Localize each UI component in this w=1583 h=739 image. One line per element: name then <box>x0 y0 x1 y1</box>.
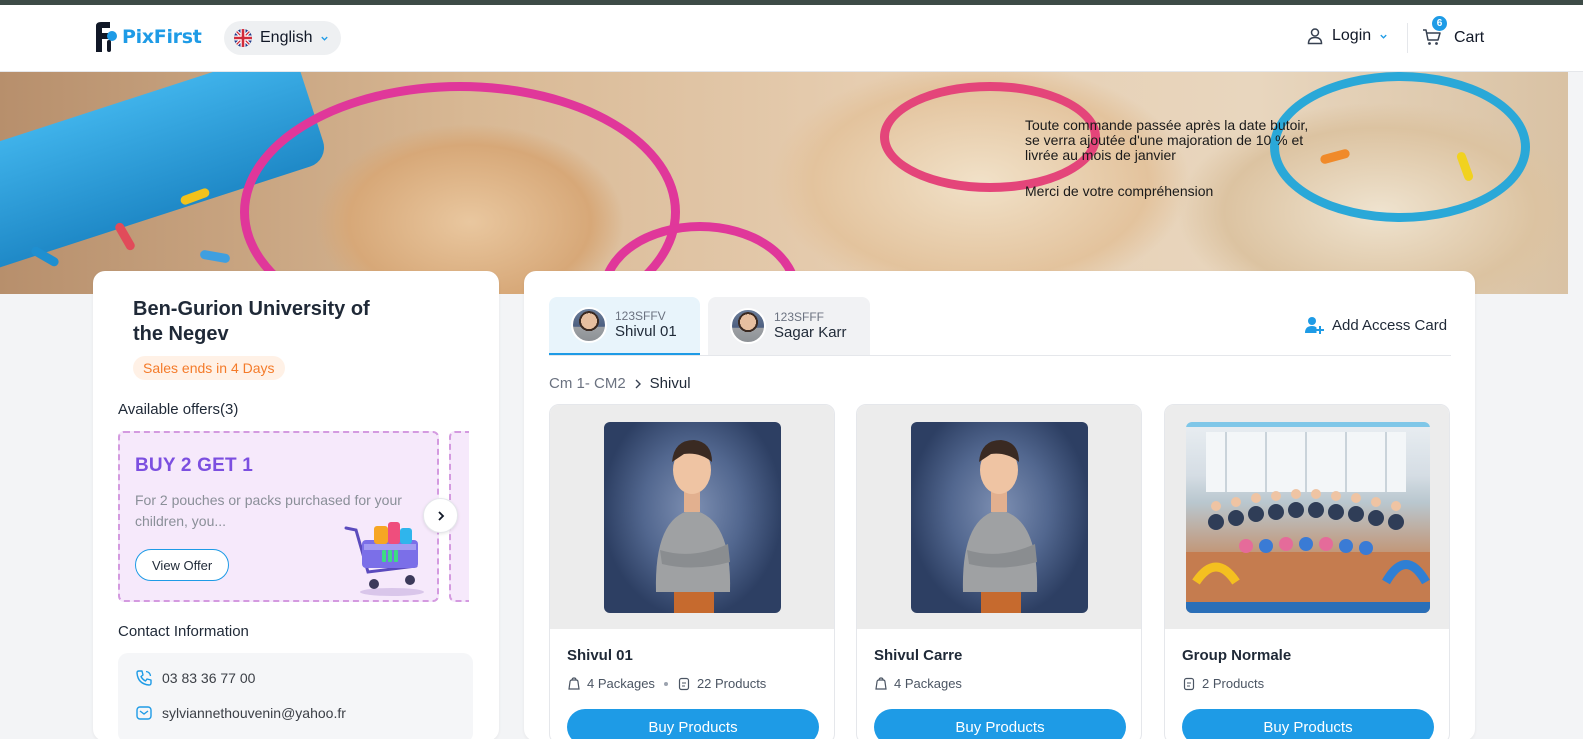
buy-products-button[interactable]: Buy Products <box>874 709 1126 739</box>
brand-text: PixFirst <box>122 26 202 48</box>
product-card[interactable]: Shivul 01 4 Packages 22 Products Buy Pro… <box>549 404 835 739</box>
avatar <box>571 307 607 343</box>
contact-information-title: Contact Information <box>118 623 249 640</box>
buy-products-button[interactable]: Buy Products <box>1182 709 1434 739</box>
product-photo <box>911 422 1088 613</box>
add-access-card-button[interactable]: Add Access Card <box>1304 315 1447 335</box>
add-access-card-label: Add Access Card <box>1332 316 1448 334</box>
student-code: 123SFFV <box>615 309 666 323</box>
school-info-card: Ben-Gurion University of the Negev Sales… <box>93 271 499 739</box>
student-portrait-image <box>655 440 731 613</box>
product-photo <box>604 422 781 613</box>
banner-thanks-text: Merci de votre compréhension <box>1025 183 1214 199</box>
product-image-area <box>550 405 834 629</box>
meta-separator <box>663 681 668 686</box>
site-header: PixFirst English Login 6 Cart <box>0 5 1583 72</box>
school-name: Ben-Gurion University of the Negev <box>133 298 370 345</box>
package-icon <box>875 676 887 690</box>
add-user-icon <box>1305 317 1324 334</box>
cart-icon-wrapper: 6 <box>1422 15 1448 49</box>
product-image-area <box>1165 405 1449 629</box>
document-icon <box>678 677 690 690</box>
view-offer-button[interactable]: View Offer <box>135 549 230 581</box>
offers-next-button[interactable] <box>423 498 458 533</box>
offer-card[interactable]: BUY 2 GET 1 For 2 pouches or packs purch… <box>118 431 439 602</box>
available-offers-title: Available offers(3) <box>118 401 239 418</box>
breadcrumb: Cm 1- CM2 Shivul <box>549 375 691 392</box>
offer-title: BUY 2 GET 1 <box>135 455 253 476</box>
student-name: Sagar Karr <box>774 324 847 341</box>
product-meta: 4 Packages 22 Products <box>567 676 766 691</box>
product-photo <box>1186 422 1430 613</box>
contact-phone-text: 03 83 36 77 00 <box>162 670 256 686</box>
tab-text: 123SFFF Sagar Karr <box>774 310 847 342</box>
login-menu[interactable]: Login <box>1306 27 1388 45</box>
product-name: Group Normale <box>1182 647 1292 664</box>
chevron-down-icon <box>1380 34 1387 39</box>
contact-email[interactable]: sylviannethouvenin@yahoo.fr <box>135 704 346 722</box>
contact-phone[interactable]: 03 83 36 77 00 <box>135 669 255 687</box>
chevron-right-icon <box>437 510 444 521</box>
pixfirst-logo-icon <box>96 22 117 52</box>
product-name: Shivul 01 <box>567 647 633 664</box>
sales-ending-badge: Sales ends in 4 Days <box>133 356 285 380</box>
cart-count-badge: 6 <box>1431 15 1448 32</box>
buy-products-button[interactable]: Buy Products <box>567 709 819 739</box>
package-icon <box>568 676 580 690</box>
chevron-down-icon <box>321 36 329 41</box>
product-count: 2 Products <box>1202 676 1265 691</box>
cart-button[interactable]: 6 Cart <box>1422 15 1485 49</box>
breadcrumb-parent[interactable]: Cm 1- CM2 <box>549 375 626 392</box>
brand-name: PixFirst <box>122 26 202 48</box>
mail-icon <box>136 706 152 720</box>
banner-sprinkle <box>199 249 231 264</box>
student-products-card: 123SFFV Shivul 01 123SFFF Sagar Karr Add… <box>524 271 1475 739</box>
student-portrait-image <box>962 440 1038 613</box>
package-count: 4 Packages <box>894 676 962 691</box>
student-name: Shivul 01 <box>615 323 677 340</box>
language-label: English <box>260 29 313 46</box>
product-image-area <box>857 405 1141 629</box>
student-code: 123SFFF <box>774 310 825 324</box>
chevron-right-icon <box>635 379 641 388</box>
header-divider <box>1407 23 1408 53</box>
tab-student-2[interactable]: 123SFFF Sagar Karr <box>708 297 870 355</box>
page-scrollbar[interactable] <box>1568 72 1583 739</box>
contact-information-box: 03 83 36 77 00 sylviannethouvenin@yahoo.… <box>118 653 473 739</box>
contact-email-text: sylviannethouvenin@yahoo.fr <box>162 705 346 721</box>
banner-notice: Toute commande passée après la date buto… <box>1025 118 1325 199</box>
tab-student-1[interactable]: 123SFFV Shivul 01 <box>549 297 700 355</box>
user-icon <box>1307 28 1323 45</box>
product-meta: 2 Products <box>1182 676 1264 691</box>
hero-banner: Toute commande passée après la date buto… <box>0 72 1568 294</box>
uk-flag-icon <box>234 29 252 47</box>
phone-icon <box>136 670 152 686</box>
cart-label: Cart <box>1454 29 1485 46</box>
breadcrumb-current: Shivul <box>649 375 691 392</box>
product-card[interactable]: Group Normale 2 Products Buy Products <box>1164 404 1450 739</box>
document-icon <box>1183 677 1195 690</box>
tab-text: 123SFFV Shivul 01 <box>615 309 677 341</box>
class-group-photo-image <box>1186 422 1430 613</box>
product-card[interactable]: Shivul Carre 4 Packages Buy Products <box>856 404 1142 739</box>
product-name: Shivul Carre <box>874 647 963 664</box>
login-label: Login <box>1332 27 1372 44</box>
shopping-cart-illustration <box>344 522 424 596</box>
product-count: 22 Products <box>696 676 767 691</box>
banner-notice-text: Toute commande passée après la date buto… <box>1025 117 1309 163</box>
tabs-underline <box>549 355 1451 356</box>
language-selector[interactable]: English <box>224 21 342 55</box>
product-meta: 4 Packages <box>874 676 962 691</box>
package-count: 4 Packages <box>587 676 655 691</box>
brand-logo[interactable]: PixFirst <box>92 20 202 54</box>
avatar <box>730 308 766 344</box>
